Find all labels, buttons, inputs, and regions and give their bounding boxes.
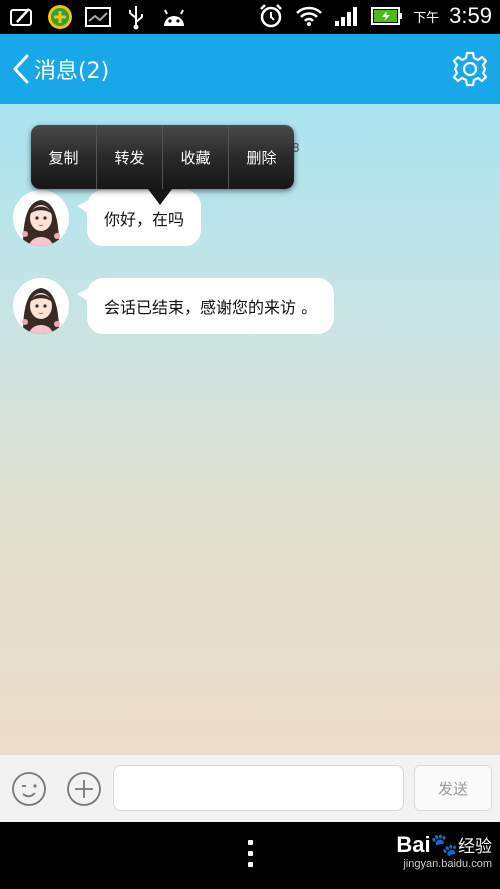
smiley-icon: [12, 772, 46, 806]
message-input[interactable]: [113, 765, 404, 811]
message-row: 会话已结束，感谢您的来访 。: [13, 278, 335, 334]
clock-time: 3:59: [449, 3, 492, 28]
status-bar: 下午 3:59: [0, 0, 500, 34]
signal-icon: [333, 3, 361, 29]
menu-item-forward[interactable]: 转发: [96, 125, 162, 189]
menu-item-favorite[interactable]: 收藏: [162, 125, 228, 189]
back-button[interactable]: 消息(2): [10, 50, 109, 88]
chevron-left-icon: [13, 54, 29, 84]
message-bubble[interactable]: 会话已结束，感谢您的来访 。: [76, 278, 335, 334]
emoji-button[interactable]: [11, 771, 47, 807]
security-app-icon: [46, 4, 74, 30]
paw-icon: 🐾: [430, 832, 458, 857]
menu-item-delete[interactable]: 删除: [228, 125, 294, 189]
alarm-icon: [257, 3, 285, 29]
picture-icon: [84, 4, 112, 30]
send-button[interactable]: 发送: [414, 765, 492, 811]
watermark: Bai🐾经验 jingyan.baidu.com: [396, 832, 492, 870]
notes-app-icon: [8, 4, 36, 30]
watermark-logo: Bai: [396, 832, 431, 857]
navigation-bar: Bai🐾经验 jingyan.baidu.com: [0, 822, 500, 889]
avatar[interactable]: [13, 278, 69, 334]
android-icon: [160, 4, 188, 30]
clock-ampm: 下午: [413, 10, 440, 26]
overflow-menu-button[interactable]: [244, 840, 256, 872]
add-attachment-button[interactable]: [66, 771, 102, 807]
page-title: 消息(2): [34, 59, 110, 84]
chat-area[interactable]: 8 你好，在吗 会话已结束，感谢您的来访 。: [0, 104, 500, 754]
watermark-url: jingyan.baidu.com: [403, 858, 492, 870]
message-row: 你好，在吗: [13, 190, 202, 246]
watermark-logo-suffix: 经验: [458, 837, 492, 856]
usb-icon: [122, 4, 150, 30]
context-menu-pointer: [148, 189, 172, 205]
header-bar: 消息(2): [0, 34, 500, 104]
avatar[interactable]: [13, 190, 69, 246]
wifi-icon: [295, 3, 323, 29]
message-context-menu: 复制 转发 收藏 删除: [31, 125, 294, 189]
battery-charging-icon: [371, 3, 403, 29]
input-bar: 发送: [0, 754, 500, 822]
settings-button[interactable]: [452, 51, 488, 87]
plus-icon: [67, 772, 101, 806]
message-bubble[interactable]: 你好，在吗: [76, 190, 202, 246]
menu-item-copy[interactable]: 复制: [31, 125, 96, 189]
gear-icon: [452, 51, 488, 87]
